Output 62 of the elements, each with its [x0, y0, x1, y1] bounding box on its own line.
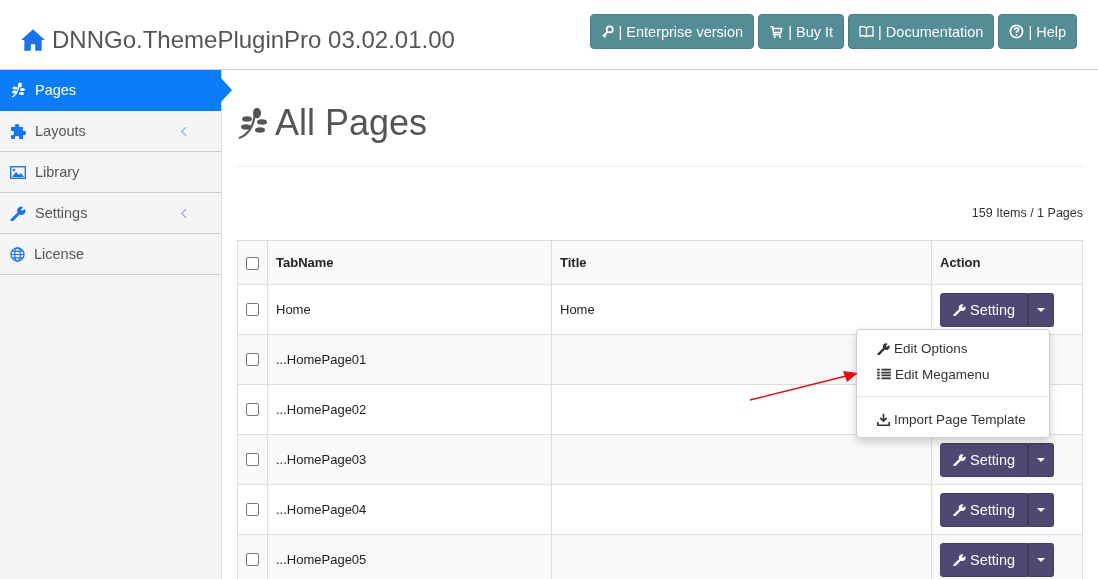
caret-icon — [1037, 507, 1046, 512]
row-checkbox[interactable] — [246, 403, 259, 417]
wrench-icon — [953, 553, 966, 566]
row-checkbox[interactable] — [246, 503, 259, 517]
wrench-icon — [953, 453, 966, 466]
header-button[interactable]: | Documentation — [848, 14, 995, 49]
menu-item[interactable]: Edit Options — [857, 335, 1049, 361]
column-header: TabName — [267, 240, 552, 285]
sidebar-item[interactable]: Settings — [0, 193, 221, 234]
dropdown-toggle[interactable] — [1028, 542, 1055, 577]
select-all-checkbox[interactable] — [246, 257, 259, 271]
sidebar-item[interactable]: Library — [0, 152, 221, 193]
active-pointer — [221, 78, 232, 102]
caret-icon — [1037, 557, 1046, 562]
menu-item[interactable]: Edit Megamenu — [857, 361, 1049, 387]
column-header: Action — [931, 240, 1083, 285]
caret-icon — [1037, 457, 1046, 462]
download-icon — [877, 412, 890, 426]
wrench-icon — [877, 341, 890, 355]
page-title: All Pages — [275, 102, 428, 144]
item-count: 159 Items / 1 Pages — [971, 206, 1083, 220]
sidebar-item[interactable]: License — [0, 234, 221, 275]
wrench-icon — [10, 205, 26, 221]
setting-button[interactable]: Setting — [940, 542, 1029, 577]
table-cell: ...HomePage04 — [276, 502, 367, 517]
header-button[interactable]: | Enterprise version — [589, 14, 755, 49]
sprig-icon — [10, 82, 26, 98]
key-icon — [600, 24, 615, 39]
wrench-icon — [953, 503, 966, 516]
header-button[interactable]: | Buy It — [758, 14, 845, 49]
setting-button[interactable]: Setting — [940, 492, 1029, 527]
row-checkbox[interactable] — [246, 353, 259, 367]
dropdown-toggle[interactable] — [1028, 292, 1055, 327]
table-cell: ...HomePage05 — [276, 552, 367, 567]
row-checkbox[interactable] — [246, 453, 259, 467]
dropdown-toggle[interactable] — [1028, 442, 1055, 477]
column-header: Title — [551, 240, 932, 285]
help-icon — [1009, 24, 1025, 39]
wrench-icon — [953, 303, 966, 316]
list-icon — [877, 368, 891, 380]
header-button[interactable]: | Help — [998, 14, 1077, 49]
setting-button[interactable]: Setting — [940, 442, 1029, 477]
row-checkbox[interactable] — [246, 553, 259, 567]
table-cell: ...HomePage01 — [276, 352, 367, 367]
cart-icon — [769, 24, 785, 39]
row-checkbox[interactable] — [246, 303, 259, 317]
table-cell: Home — [560, 302, 595, 317]
globe-icon — [10, 246, 25, 262]
book-icon — [859, 25, 875, 38]
home-icon — [20, 27, 46, 52]
caret-icon — [1037, 307, 1046, 312]
sidebar-item[interactable]: Layouts — [0, 111, 221, 152]
table-cell: Home — [276, 302, 311, 317]
table-cell: ...HomePage03 — [276, 452, 367, 467]
menu-item[interactable]: Import Page Template — [857, 406, 1049, 432]
table-cell: ...HomePage02 — [276, 402, 367, 417]
app-title: DNNGo.ThemePluginPro 03.02.01.00 — [52, 25, 455, 54]
dropdown-toggle[interactable] — [1028, 492, 1055, 527]
sprig-icon — [237, 105, 269, 141]
image-icon — [10, 165, 26, 179]
setting-button[interactable]: Setting — [940, 292, 1029, 327]
puzzle-icon — [10, 123, 26, 139]
